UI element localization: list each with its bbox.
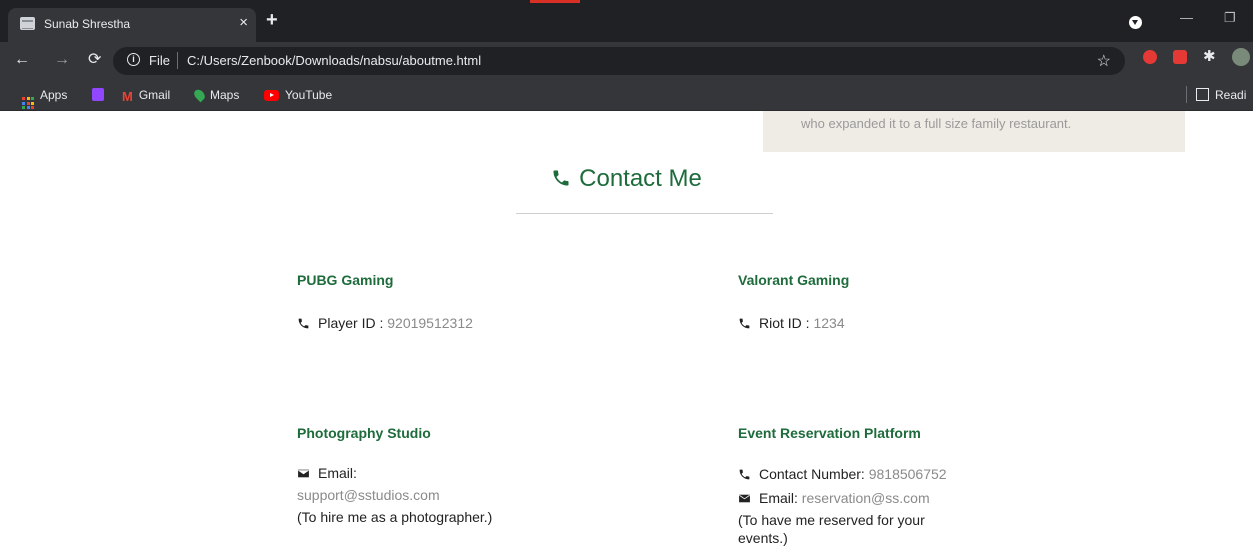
photography-email-value[interactable]: support@sstudios.com (297, 487, 440, 503)
youtube-icon (264, 90, 279, 101)
pubg-player-id: Player ID : 92019512312 (297, 315, 473, 331)
event-contact-number-label: Contact Number: (759, 466, 865, 482)
photography-email-text[interactable]: support@sstudios.com (297, 487, 440, 503)
tab-close-button[interactable]: × (239, 13, 248, 33)
event-email: Email: reservation@ss.com (738, 490, 930, 506)
valorant-riot-id-value: 1234 (813, 315, 845, 331)
restore-icon[interactable]: ❐ (1224, 10, 1236, 26)
event-contact-number: Contact Number: 9818506752 (738, 466, 947, 482)
bookmark-youtube[interactable]: YouTube (264, 88, 332, 102)
story-text: who expanded it to a full size family re… (801, 116, 1072, 131)
site-info-icon[interactable]: i (127, 53, 140, 66)
event-heading: Event Reservation Platform (738, 425, 921, 441)
bookmark-twitch[interactable] (92, 88, 104, 104)
phone-icon (739, 469, 750, 480)
bookmark-youtube-label: YouTube (285, 88, 333, 102)
bookmark-gmail-label: Gmail (138, 88, 171, 102)
photography-email-label-row: Email: (297, 465, 357, 481)
valorant-heading: Valorant Gaming (738, 272, 850, 288)
reload-icon[interactable]: ⟳ (88, 51, 101, 69)
contact-title-divider (516, 213, 773, 214)
photography-note: (To hire me as a photographer.) (297, 509, 493, 525)
profile-avatar[interactable] (1232, 48, 1250, 66)
event-contact-number-value: 9818506752 (868, 466, 947, 482)
reading-list-icon (1196, 88, 1209, 101)
bookmark-gmail[interactable]: M Gmail (122, 88, 170, 104)
bookmark-apps[interactable]: Apps (22, 88, 67, 109)
phone-icon (739, 318, 750, 329)
valorant-riot-id-label: Riot ID : (759, 315, 810, 331)
gmail-icon: M (122, 89, 133, 104)
profile-menu-icon[interactable] (1129, 16, 1142, 29)
story-box: who expanded it to a full size family re… (763, 111, 1185, 152)
bookmark-apps-label: Apps (40, 88, 68, 102)
twitch-icon (92, 88, 104, 101)
envelope-icon (298, 469, 309, 478)
tab-active[interactable]: Sunab Shrestha × (8, 8, 256, 42)
page-favicon-icon (20, 17, 35, 30)
bookmark-maps-label: Maps (210, 88, 240, 102)
pubg-heading: PUBG Gaming (297, 272, 394, 288)
bookmark-star-icon[interactable]: ☆ (1097, 51, 1111, 71)
tab-strip-accent (530, 0, 580, 3)
photography-email-label: Email: (318, 465, 357, 481)
contact-heading: Contact Me (0, 164, 1253, 194)
maps-icon (192, 87, 207, 103)
forward-icon[interactable]: → (54, 51, 70, 69)
adblock-extension-icon[interactable] (1143, 50, 1157, 64)
valorant-riot-id: Riot ID : 1234 (738, 315, 845, 331)
phone-icon (553, 170, 569, 186)
minimize-icon[interactable]: — (1180, 10, 1193, 25)
photography-heading: Photography Studio (297, 425, 431, 441)
contact-title-text: Contact Me (579, 165, 702, 192)
phone-icon (298, 318, 309, 329)
back-icon[interactable]: ← (14, 51, 30, 69)
browser-toolbar: ← → ⟳ i File C:/Users/Zenbook/Downloads/… (0, 42, 1253, 80)
pubg-player-id-label: Player ID : (318, 315, 384, 331)
event-email-label: Email: (759, 490, 798, 506)
bookmarks-bar: Apps M Gmail Maps YouTube (0, 80, 1253, 111)
envelope-icon (739, 494, 750, 503)
address-separator (177, 52, 178, 69)
extensions-puzzle-icon[interactable]: ✱ (1203, 47, 1217, 65)
reading-list-label: Readi (1215, 88, 1247, 102)
new-tab-button[interactable]: + (266, 10, 278, 30)
apps-grid-icon (22, 97, 34, 109)
address-bar[interactable]: i File C:/Users/Zenbook/Downloads/nabsu/… (113, 47, 1125, 75)
bookmarks-separator (1186, 86, 1187, 103)
tab-strip: Sunab Shrestha × + — ❐ (0, 0, 1253, 42)
address-url[interactable]: C:/Users/Zenbook/Downloads/nabsu/aboutme… (187, 53, 481, 68)
event-note-line2: events.) (738, 530, 788, 546)
pubg-player-id-value: 92019512312 (387, 315, 473, 331)
event-email-value[interactable]: reservation@ss.com (802, 490, 930, 506)
extension-red-icon[interactable] (1173, 50, 1187, 64)
address-scheme: File (149, 53, 170, 68)
tab-title: Sunab Shrestha (44, 17, 131, 31)
reading-list-button[interactable]: Readi (1196, 88, 1246, 102)
event-note-line1: (To have me reserved for your (738, 512, 925, 528)
bookmark-maps[interactable]: Maps (192, 87, 240, 103)
